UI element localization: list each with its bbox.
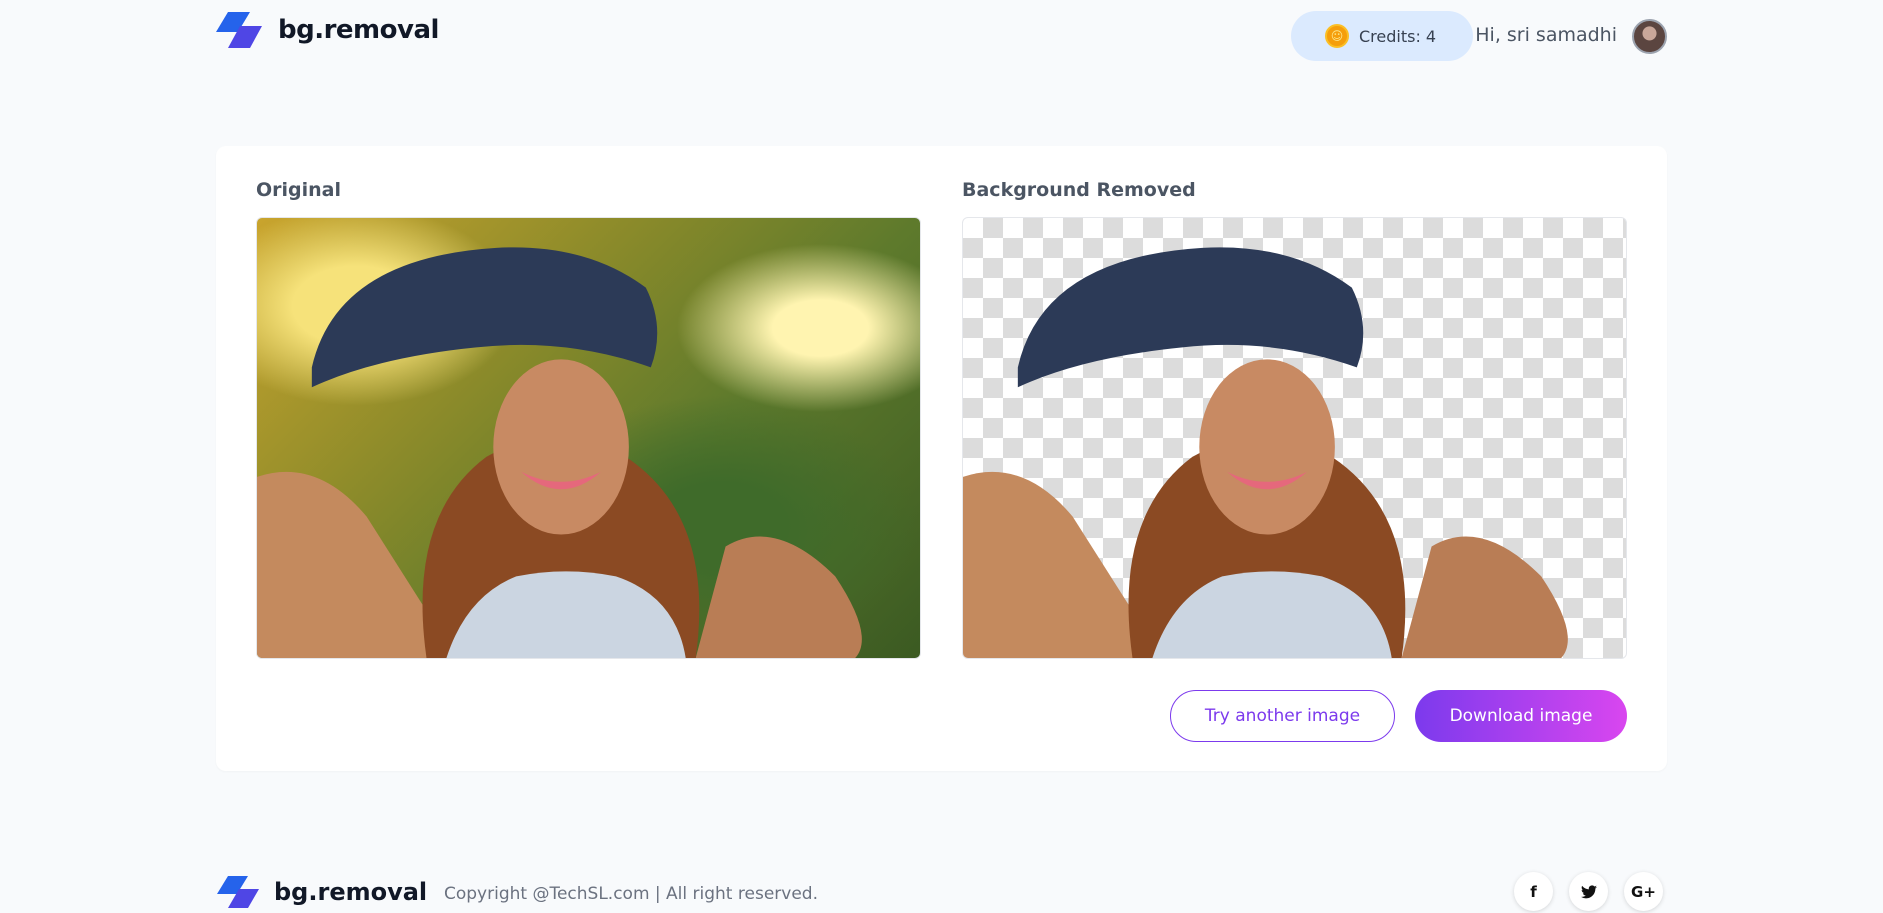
credits-label: Credits: 4 [1359,26,1437,46]
footer-logo-text: bg.removal [274,878,428,906]
cutout-figure [963,247,1568,658]
download-image-button[interactable]: Download image [1415,690,1627,742]
copyright-text: Copyright @TechSL.com | All right reserv… [444,884,818,904]
footer: bg.removal Copyright @TechSL.com | All r… [216,872,1667,913]
coin-icon: ☺ [1325,24,1349,48]
avatar[interactable] [1632,19,1667,54]
social-links: f G+ [1514,872,1663,911]
logo-icon [216,12,262,48]
footer-logo[interactable]: bg.removal [216,874,427,910]
original-image [256,217,921,659]
google-plus-icon[interactable]: G+ [1624,872,1663,911]
original-title: Original [256,179,342,201]
twitter-icon[interactable] [1569,872,1608,911]
credits-badge[interactable]: ☺ Credits: 4 [1291,11,1473,61]
facebook-icon[interactable]: f [1514,872,1553,911]
subject-figure [257,247,862,658]
logo[interactable]: bg.removal [216,10,439,50]
footer-logo-icon [217,876,259,908]
user-greeting: Hi, sri samadhi [1475,24,1617,46]
logo-text: bg.removal [278,15,439,45]
background-removed-image [962,217,1627,659]
header: bg.removal ☺ Credits: 4 Hi, sri samadhi [216,8,1667,62]
try-another-image-button[interactable]: Try another image [1170,690,1395,742]
removed-title: Background Removed [962,179,1196,201]
result-card: Original Background Removed Try another … [216,146,1667,771]
